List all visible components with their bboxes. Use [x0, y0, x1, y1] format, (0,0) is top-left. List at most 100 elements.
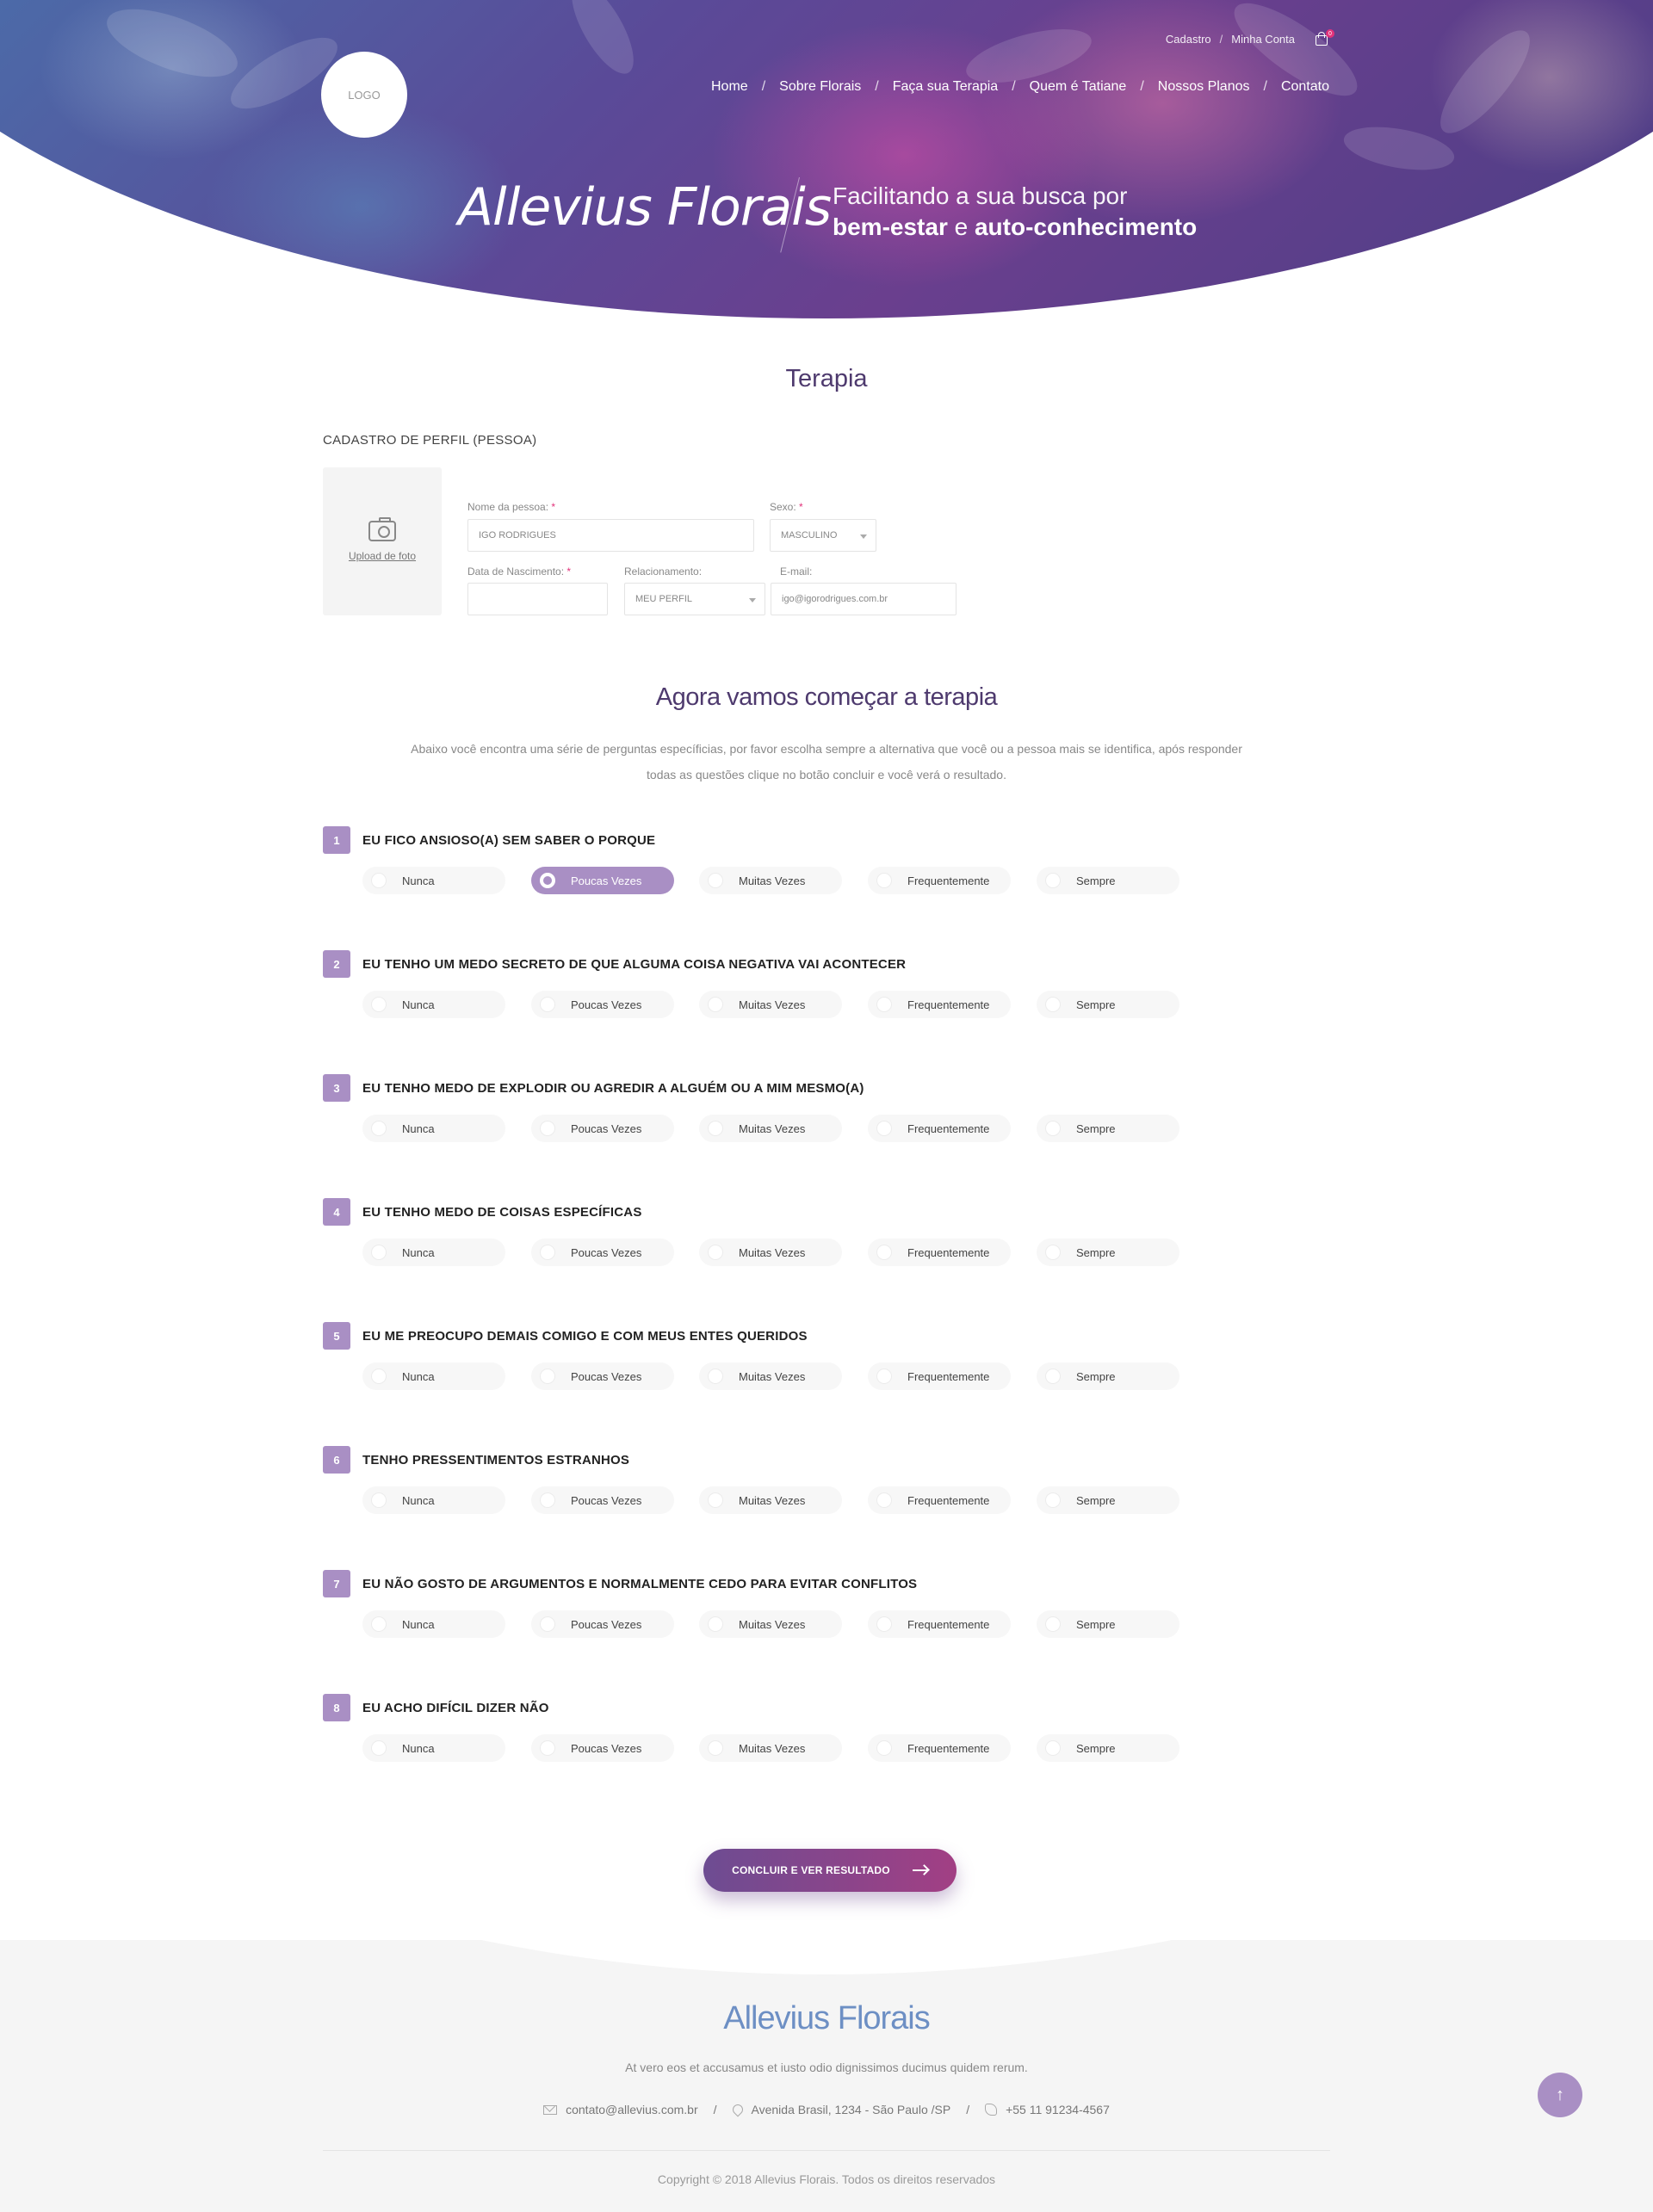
- radio-icon: [876, 1369, 892, 1384]
- answer-option-muitas-vezes[interactable]: Muitas Vezes: [699, 1115, 842, 1142]
- footer: [0, 1940, 1653, 2212]
- therapy-description: Abaixo você encontra uma série de pergun…: [411, 742, 1242, 782]
- email-field[interactable]: igo@igorodrigues.com.br: [771, 583, 957, 615]
- radio-icon: [371, 1616, 387, 1632]
- answer-option-sempre[interactable]: Sempre: [1037, 1239, 1179, 1266]
- answer-option-muitas-vezes[interactable]: Muitas Vezes: [699, 1239, 842, 1266]
- answer-options: Nunca Poucas Vezes Muitas Vezes Frequenteme…: [362, 1115, 1223, 1142]
- photo-upload[interactable]: Upload de foto: [323, 467, 442, 615]
- answer-option-frequentemente[interactable]: Frequentemente: [868, 1115, 1011, 1142]
- answer-option-nunca[interactable]: Nunca: [362, 1610, 505, 1638]
- answer-option-frequentemente[interactable]: Frequentemente: [868, 1239, 1011, 1266]
- answer-option-sempre[interactable]: Sempre: [1037, 867, 1179, 894]
- name-field[interactable]: IGO RODRIGUES: [467, 519, 754, 552]
- nav-home[interactable]: Home: [711, 79, 748, 95]
- answer-option-frequentemente[interactable]: Frequentemente: [868, 1610, 1011, 1638]
- birth-date-label: Data de Nascimento: *: [467, 565, 572, 578]
- radio-icon: [1045, 1492, 1061, 1508]
- footer-divider: [323, 2150, 1330, 2151]
- answer-option-sempre[interactable]: Sempre: [1037, 1486, 1179, 1514]
- nav-sobre-florais[interactable]: Sobre Florais: [779, 79, 861, 95]
- nav-contato[interactable]: Contato: [1281, 79, 1329, 95]
- name-label: Nome da pessoa: *: [467, 501, 556, 513]
- answer-option-frequentemente[interactable]: Frequentemente: [868, 991, 1011, 1018]
- answer-option-sempre[interactable]: Sempre: [1037, 1734, 1179, 1762]
- answer-option-frequentemente[interactable]: Frequentemente: [868, 1486, 1011, 1514]
- answer-option-frequentemente[interactable]: Frequentemente: [868, 1734, 1011, 1762]
- radio-icon: [876, 1121, 892, 1136]
- answer-option-muitas-vezes[interactable]: Muitas Vezes: [699, 1610, 842, 1638]
- cart-icon[interactable]: 0: [1314, 29, 1334, 46]
- answer-option-muitas-vezes[interactable]: Muitas Vezes: [699, 1486, 842, 1514]
- birth-date-field[interactable]: [467, 583, 608, 615]
- question-number: 6: [323, 1446, 350, 1474]
- question-text: EU ME PREOCUPO DEMAIS COMIGO E COM MEUS …: [362, 1328, 808, 1344]
- answer-option-nunca[interactable]: Nunca: [362, 1115, 505, 1142]
- answer-option-poucas-vezes[interactable]: Poucas Vezes: [531, 1610, 674, 1638]
- footer-phone[interactable]: +55 11 91234-4567: [985, 2103, 1110, 2116]
- answer-option-nunca[interactable]: Nunca: [362, 867, 505, 894]
- answer-option-poucas-vezes[interactable]: Poucas Vezes: [531, 991, 674, 1018]
- radio-icon: [708, 873, 723, 888]
- question-number: 7: [323, 1570, 350, 1597]
- answer-option-poucas-vezes[interactable]: Poucas Vezes: [531, 1734, 674, 1762]
- question-text: EU TENHO MEDO DE EXPLODIR OU AGREDIR A A…: [362, 1080, 864, 1096]
- relationship-select[interactable]: MEU PERFIL: [624, 583, 765, 615]
- radio-icon: [708, 1245, 723, 1260]
- radio-icon: [371, 1492, 387, 1508]
- answer-option-frequentemente[interactable]: Frequentemente: [868, 1362, 1011, 1390]
- my-account-link[interactable]: Minha Conta: [1231, 33, 1295, 46]
- hero-title: Allevius Florais: [458, 177, 832, 238]
- question-text: TENHO PRESSENTIMENTOS ESTRANHOS: [362, 1452, 630, 1467]
- question-text: EU NÃO GOSTO DE ARGUMENTOS E NORMALMENTE…: [362, 1576, 918, 1591]
- answer-option-muitas-vezes[interactable]: Muitas Vezes: [699, 867, 842, 894]
- map-pin-icon: [730, 2102, 746, 2117]
- answer-option-poucas-vezes[interactable]: Poucas Vezes: [531, 1486, 674, 1514]
- answer-option-sempre[interactable]: Sempre: [1037, 1362, 1179, 1390]
- answer-options: Nunca Poucas Vezes Muitas Vezes Frequenteme…: [362, 1239, 1223, 1266]
- submit-button[interactable]: CONCLUIR E VER RESULTADO: [703, 1849, 957, 1892]
- question-item: 2 EU TENHO UM MEDO SECRETO DE QUE ALGUMA …: [323, 950, 1356, 1019]
- answer-option-nunca[interactable]: Nunca: [362, 991, 505, 1018]
- sex-select[interactable]: MASCULINO: [770, 519, 876, 552]
- radio-icon: [540, 873, 555, 888]
- answer-option-nunca[interactable]: Nunca: [362, 1734, 505, 1762]
- footer-address: Avenida Brasil, 1234 - São Paulo /SP: [730, 2102, 950, 2117]
- upload-photo-link[interactable]: Upload de foto: [349, 550, 416, 562]
- answer-options: Nunca Poucas Vezes Muitas Vezes Frequenteme…: [362, 867, 1223, 894]
- answer-option-nunca[interactable]: Nunca: [362, 1362, 505, 1390]
- radio-icon: [371, 1121, 387, 1136]
- nav-faca-sua-terapia[interactable]: Faça sua Terapia: [893, 79, 998, 95]
- radio-icon: [540, 1740, 555, 1756]
- answer-option-muitas-vezes[interactable]: Muitas Vezes: [699, 991, 842, 1018]
- logo[interactable]: LOGO: [321, 52, 407, 138]
- chevron-down-icon: [860, 534, 867, 539]
- nav-nossos-planos[interactable]: Nossos Planos: [1158, 79, 1250, 95]
- answer-option-sempre[interactable]: Sempre: [1037, 991, 1179, 1018]
- answer-option-sempre[interactable]: Sempre: [1037, 1610, 1179, 1638]
- question-item: 5 EU ME PREOCUPO DEMAIS COMIGO E COM MEUS…: [323, 1322, 1356, 1391]
- answer-option-muitas-vezes[interactable]: Muitas Vezes: [699, 1362, 842, 1390]
- therapy-title: Agora vamos começar a terapia: [655, 683, 998, 711]
- footer-email[interactable]: contato@allevius.com.br: [543, 2103, 698, 2116]
- answer-option-sempre[interactable]: Sempre: [1037, 1115, 1179, 1142]
- question-number: 8: [323, 1694, 350, 1721]
- answer-option-nunca[interactable]: Nunca: [362, 1239, 505, 1266]
- question-item: 6 TENHO PRESSENTIMENTOS ESTRANHOS Nunca Pou…: [323, 1446, 1356, 1515]
- answer-option-poucas-vezes[interactable]: Poucas Vezes: [531, 1239, 674, 1266]
- answer-option-muitas-vezes[interactable]: Muitas Vezes: [699, 1734, 842, 1762]
- nav-quem-e-tatiane[interactable]: Quem é Tatiane: [1030, 79, 1127, 95]
- question-number: 3: [323, 1074, 350, 1102]
- radio-icon: [708, 997, 723, 1012]
- answer-option-poucas-vezes[interactable]: Poucas Vezes: [531, 1115, 674, 1142]
- answer-option-nunca[interactable]: Nunca: [362, 1486, 505, 1514]
- radio-icon: [708, 1492, 723, 1508]
- question-item: 4 EU TENHO MEDO DE COISAS ESPECÍFICAS Nunc…: [323, 1198, 1356, 1267]
- signup-link[interactable]: Cadastro: [1166, 33, 1211, 46]
- back-to-top-button[interactable]: ↑: [1538, 2073, 1582, 2117]
- answer-option-frequentemente[interactable]: Frequentemente: [868, 867, 1011, 894]
- radio-icon: [876, 1492, 892, 1508]
- camera-icon: [368, 517, 396, 541]
- answer-option-poucas-vezes[interactable]: Poucas Vezes: [531, 1362, 674, 1390]
- answer-option-poucas-vezes[interactable]: Poucas Vezes: [531, 867, 674, 894]
